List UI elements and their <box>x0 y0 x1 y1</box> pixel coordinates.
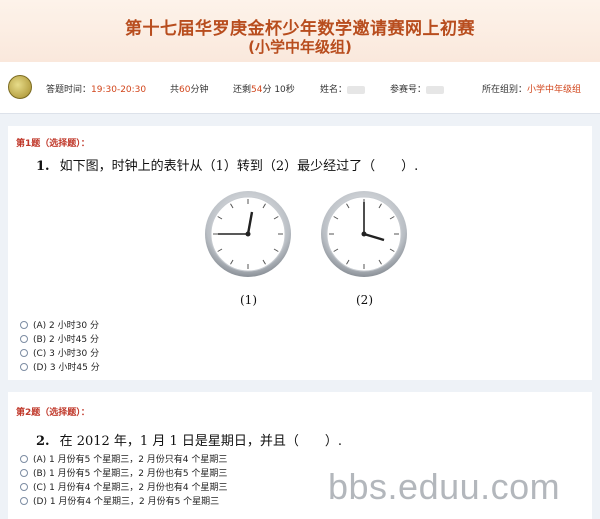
radio-button[interactable] <box>20 335 28 343</box>
q1-option-c[interactable]: (C) 3 小时30 分 <box>20 346 99 359</box>
ticket-field: 参赛号： <box>390 82 445 95</box>
radio-button[interactable] <box>20 455 28 463</box>
clock-1-icon <box>205 191 291 277</box>
info-bar: 答题时间：19:30-20:30 共60分钟 还剩54分 10秒 姓名： 参赛号… <box>0 62 600 114</box>
radio-button[interactable] <box>20 497 28 505</box>
question-2-text: 2. 在 2012 年，1 月 1 日是星期日，并且（ ）. <box>36 434 342 449</box>
q2-option-c[interactable]: (C) 1 月份有4 个星期三，2 月份也有4 个星期三 <box>20 480 228 493</box>
group-field: 所在组别：小学中年级组 <box>482 85 582 95</box>
clock-1-caption: (1) <box>240 293 257 307</box>
redacted-ticket <box>426 85 445 94</box>
total-time: 共60分钟 <box>170 85 209 95</box>
redacted-name <box>347 85 366 94</box>
radio-button[interactable] <box>20 321 28 329</box>
watermark: bbs.eduu.com <box>328 466 561 507</box>
question-2-heading: 第2题（选择题）： <box>16 408 90 418</box>
name-field: 姓名： <box>320 82 366 95</box>
radio-button[interactable] <box>20 363 28 371</box>
clock-2-icon <box>321 191 407 277</box>
radio-button[interactable] <box>20 469 28 477</box>
countdown-timer: 还剩54分 10秒 <box>233 85 295 95</box>
clock-2-caption: (2) <box>356 293 373 307</box>
page-header: 第十七届华罗庚金杯少年数学邀请赛网上初赛 (小学中年级组) <box>0 0 600 62</box>
answer-time: 答题时间：19:30-20:30 <box>46 85 147 95</box>
radio-button[interactable] <box>20 483 28 491</box>
q1-option-d[interactable]: (D) 3 小时45 分 <box>20 360 100 373</box>
avatar <box>8 75 32 99</box>
contest-subtitle: (小学中年级组) <box>248 38 352 56</box>
q2-option-a[interactable]: (A) 1 月份有5 个星期三，2 月份只有4 个星期三 <box>20 452 227 465</box>
radio-button[interactable] <box>20 349 28 357</box>
q2-option-d[interactable]: (D) 1 月份有4 个星期三，2 月份有5 个星期三 <box>20 494 219 507</box>
question-1-heading: 第1题（选择题）： <box>16 139 90 149</box>
q1-option-a[interactable]: (A) 2 小时30 分 <box>20 318 99 331</box>
q2-option-b[interactable]: (B) 1 月份有5 个星期三，2 月份也有5 个星期三 <box>20 466 227 479</box>
q1-option-b[interactable]: (B) 2 小时45 分 <box>20 332 99 345</box>
question-1-text: 1. 如下图，时钟上的表针从（1）转到（2）最少经过了（ ）. <box>36 159 419 174</box>
